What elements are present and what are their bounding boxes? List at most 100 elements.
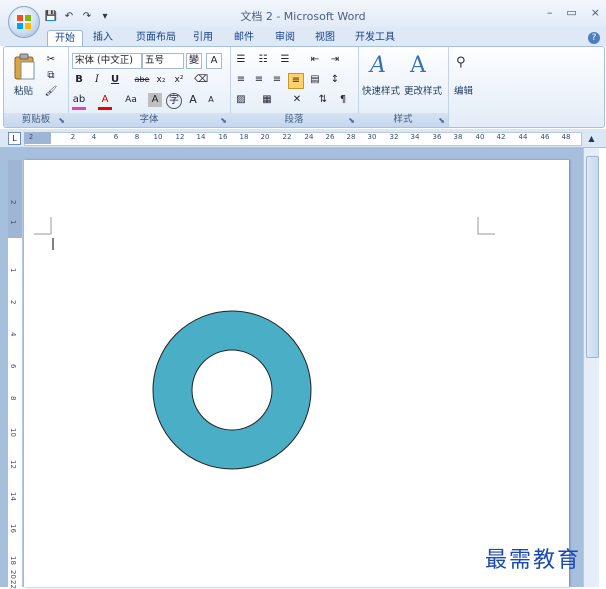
bullets-icon[interactable]: ☰	[234, 53, 248, 67]
window-controls: – ▭ ×	[547, 6, 600, 19]
scroll-thumb[interactable]	[586, 156, 599, 358]
phonetic-guide-icon[interactable]: 變	[186, 53, 202, 69]
paragraph-group: ☰ ☷ ☰ ⇤ ⇥ ≡ ≡ ≡ ≡ ▤ ↕ ▨ ▦ ✕ ⇅ ¶ 段落 ⬊	[230, 47, 359, 127]
close-button[interactable]: ×	[591, 6, 600, 19]
maximize-button[interactable]: ▭	[566, 6, 576, 19]
cut-icon[interactable]: ✂	[44, 53, 58, 67]
ruler-tick-label: 16	[218, 133, 228, 141]
ruler-ticks: 2 2 4 6 8 10 12 14 16 18 20 22 24 26 28 30 32 34 36 38 40 42 4…	[0, 132, 606, 144]
char-shading-icon[interactable]: A	[148, 93, 162, 107]
underline-button[interactable]: U	[108, 73, 122, 87]
strikethrough-button[interactable]: abe	[132, 73, 152, 87]
paste-label[interactable]: 粘贴	[14, 83, 33, 97]
quick-styles-icon[interactable]: A	[370, 53, 386, 78]
office-logo-icon	[17, 15, 31, 29]
vertical-ruler-tick-label: 12	[9, 460, 17, 469]
chinese-layout-icon[interactable]: ✕	[290, 93, 304, 107]
tab-view[interactable]: 视图	[308, 30, 342, 46]
change-styles-icon[interactable]: A	[410, 53, 426, 78]
multilevel-list-icon[interactable]: ☰	[278, 53, 292, 67]
ruler-tick-label: 34	[410, 133, 420, 141]
highlight-icon[interactable]: ab	[72, 93, 86, 110]
ruler-tick-label: 32	[389, 133, 399, 141]
grow-font-button[interactable]: A	[186, 93, 200, 107]
ruler-tick-label: 20	[260, 133, 270, 141]
editing-button[interactable]: 编辑	[454, 83, 473, 97]
vertical-ruler-ticks: 2 1 1 2 4 6 8 10 12 14 16 18 20 22	[8, 160, 22, 589]
numbering-icon[interactable]: ☷	[256, 53, 270, 67]
vertical-scrollbar[interactable]: ▲	[583, 134, 599, 587]
scroll-up-icon[interactable]: ▲	[586, 134, 597, 144]
vertical-ruler-tick-label: 1	[9, 268, 17, 273]
distributed-icon[interactable]: ▤	[308, 73, 322, 87]
font-size-combo[interactable]: 五号	[142, 53, 184, 69]
donut-shape[interactable]	[152, 310, 312, 470]
tab-home[interactable]: 开始	[47, 30, 83, 47]
ruler-tick-label: 8	[134, 133, 140, 141]
vertical-ruler[interactable]: 2 1 1 2 4 6 8 10 12 14 16 18 20 22	[8, 160, 23, 589]
bold-button[interactable]: B	[72, 73, 86, 87]
superscript-button[interactable]: x²	[172, 73, 186, 87]
document-page[interactable]	[24, 160, 569, 587]
tab-mailings[interactable]: 邮件	[227, 30, 261, 46]
office-button[interactable]	[8, 6, 40, 38]
ribbon: 粘贴 ✂ ⧉ 🖌 剪贴板 ⬊ 宋体 (中文正) 五号 變 A B I U abe…	[3, 46, 605, 128]
paragraph-group-label: 段落	[230, 113, 358, 127]
sort-icon[interactable]: ⇅	[316, 93, 330, 107]
ruler-tick-label: 36	[432, 133, 442, 141]
italic-button[interactable]: I	[90, 73, 104, 87]
char-border-icon[interactable]: A	[206, 53, 222, 69]
line-spacing-icon[interactable]: ↕	[328, 73, 342, 87]
ruler-tick-label: 42	[496, 133, 506, 141]
copy-icon[interactable]: ⧉	[44, 69, 58, 83]
tab-page-layout[interactable]: 页面布局	[128, 30, 184, 46]
vertical-ruler-tick-label: 14	[9, 492, 17, 501]
ruler-tick-label: 38	[453, 133, 463, 141]
decrease-indent-icon[interactable]: ⇤	[308, 53, 322, 67]
font-face-combo[interactable]: 宋体 (中文正)	[72, 53, 142, 69]
ruler-tick-label: 6	[113, 133, 119, 141]
styles-launcher-icon[interactable]: ⬊	[438, 116, 445, 125]
tab-review[interactable]: 审阅	[268, 30, 302, 46]
ruler-tick-label: 22	[282, 133, 292, 141]
align-right-icon[interactable]: ≡	[270, 73, 284, 87]
ruler-tick-label: 24	[304, 133, 314, 141]
enclose-char-icon[interactable]: 字	[166, 93, 182, 109]
ruler-tick-label: 4	[91, 133, 97, 141]
show-marks-icon[interactable]: ¶	[336, 93, 350, 107]
tab-insert[interactable]: 插入	[86, 30, 120, 46]
styles-group-label: 样式	[358, 113, 448, 127]
quick-styles-button[interactable]: 快速样式	[362, 83, 400, 97]
binoculars-icon[interactable]: ⚲	[456, 55, 466, 70]
minimize-button[interactable]: –	[547, 6, 553, 19]
borders-icon[interactable]: ▦	[260, 93, 274, 107]
shrink-font-button[interactable]: A	[204, 93, 218, 107]
font-group: 宋体 (中文正) 五号 變 A B I U abe x₂ x² ⌫ ab A A…	[68, 47, 231, 127]
ruler-tick-label: 48	[561, 133, 571, 141]
font-launcher-icon[interactable]: ⬊	[220, 116, 227, 125]
styles-group: A A 快速样式 更改样式 样式 ⬊	[358, 47, 449, 127]
tab-references[interactable]: 引用	[186, 30, 220, 46]
vertical-ruler-tick-label: 2	[9, 300, 17, 305]
tab-developer[interactable]: 开发工具	[350, 30, 400, 46]
vertical-ruler-tick-label: 10	[9, 428, 17, 437]
paragraph-launcher-icon[interactable]: ⬊	[348, 116, 355, 125]
paste-icon[interactable]	[12, 53, 36, 81]
change-case-button[interactable]: Aa	[122, 93, 140, 107]
change-styles-button[interactable]: 更改样式	[404, 83, 442, 97]
vertical-ruler-tick-label: 22	[9, 580, 17, 589]
subscript-button[interactable]: x₂	[154, 73, 168, 87]
horizontal-ruler: L 2 2 4 6 8 10 12 14 16 18 20 22 24 26 28 30 32 34 36 38 40 4…	[0, 129, 606, 148]
format-painter-icon[interactable]: 🖌	[44, 85, 58, 99]
shading-icon[interactable]: ▨	[234, 93, 248, 107]
ruler-tick-label: 30	[367, 133, 377, 141]
editing-group: ⚲ 编辑	[448, 47, 482, 127]
justify-icon[interactable]: ≡	[288, 73, 304, 89]
clipboard-launcher-icon[interactable]: ⬊	[58, 116, 65, 125]
help-icon[interactable]: ?	[588, 32, 600, 44]
font-color-icon[interactable]: A	[98, 93, 112, 110]
increase-indent-icon[interactable]: ⇥	[328, 53, 342, 67]
align-left-icon[interactable]: ≡	[234, 73, 248, 87]
align-center-icon[interactable]: ≡	[252, 73, 266, 87]
clear-format-icon[interactable]: ⌫	[194, 73, 208, 87]
